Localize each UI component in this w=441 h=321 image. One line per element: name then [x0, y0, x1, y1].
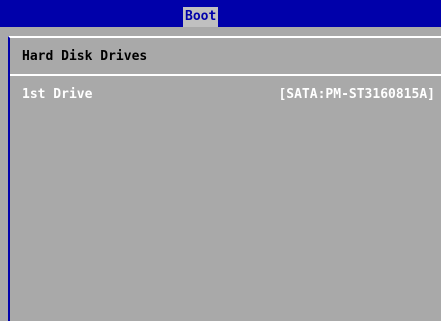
option-row-1st-drive[interactable]: 1st Drive [SATA:PM-ST3160815A]	[10, 86, 441, 104]
tab-boot[interactable]: Boot	[183, 7, 219, 27]
option-label-1st-drive: 1st Drive	[22, 87, 93, 102]
hard-disk-drives-panel: Hard Disk Drives 1st Drive [SATA:PM-ST31…	[8, 36, 441, 321]
bios-setup-screen: Boot Hard Disk Drives 1st Drive [SATA:PM…	[0, 0, 441, 321]
title-divider	[10, 74, 441, 76]
panel-title: Hard Disk Drives	[22, 49, 148, 64]
bios-menu-bar: Boot	[0, 0, 441, 27]
option-value-1st-drive[interactable]: [SATA:PM-ST3160815A]	[278, 86, 435, 104]
